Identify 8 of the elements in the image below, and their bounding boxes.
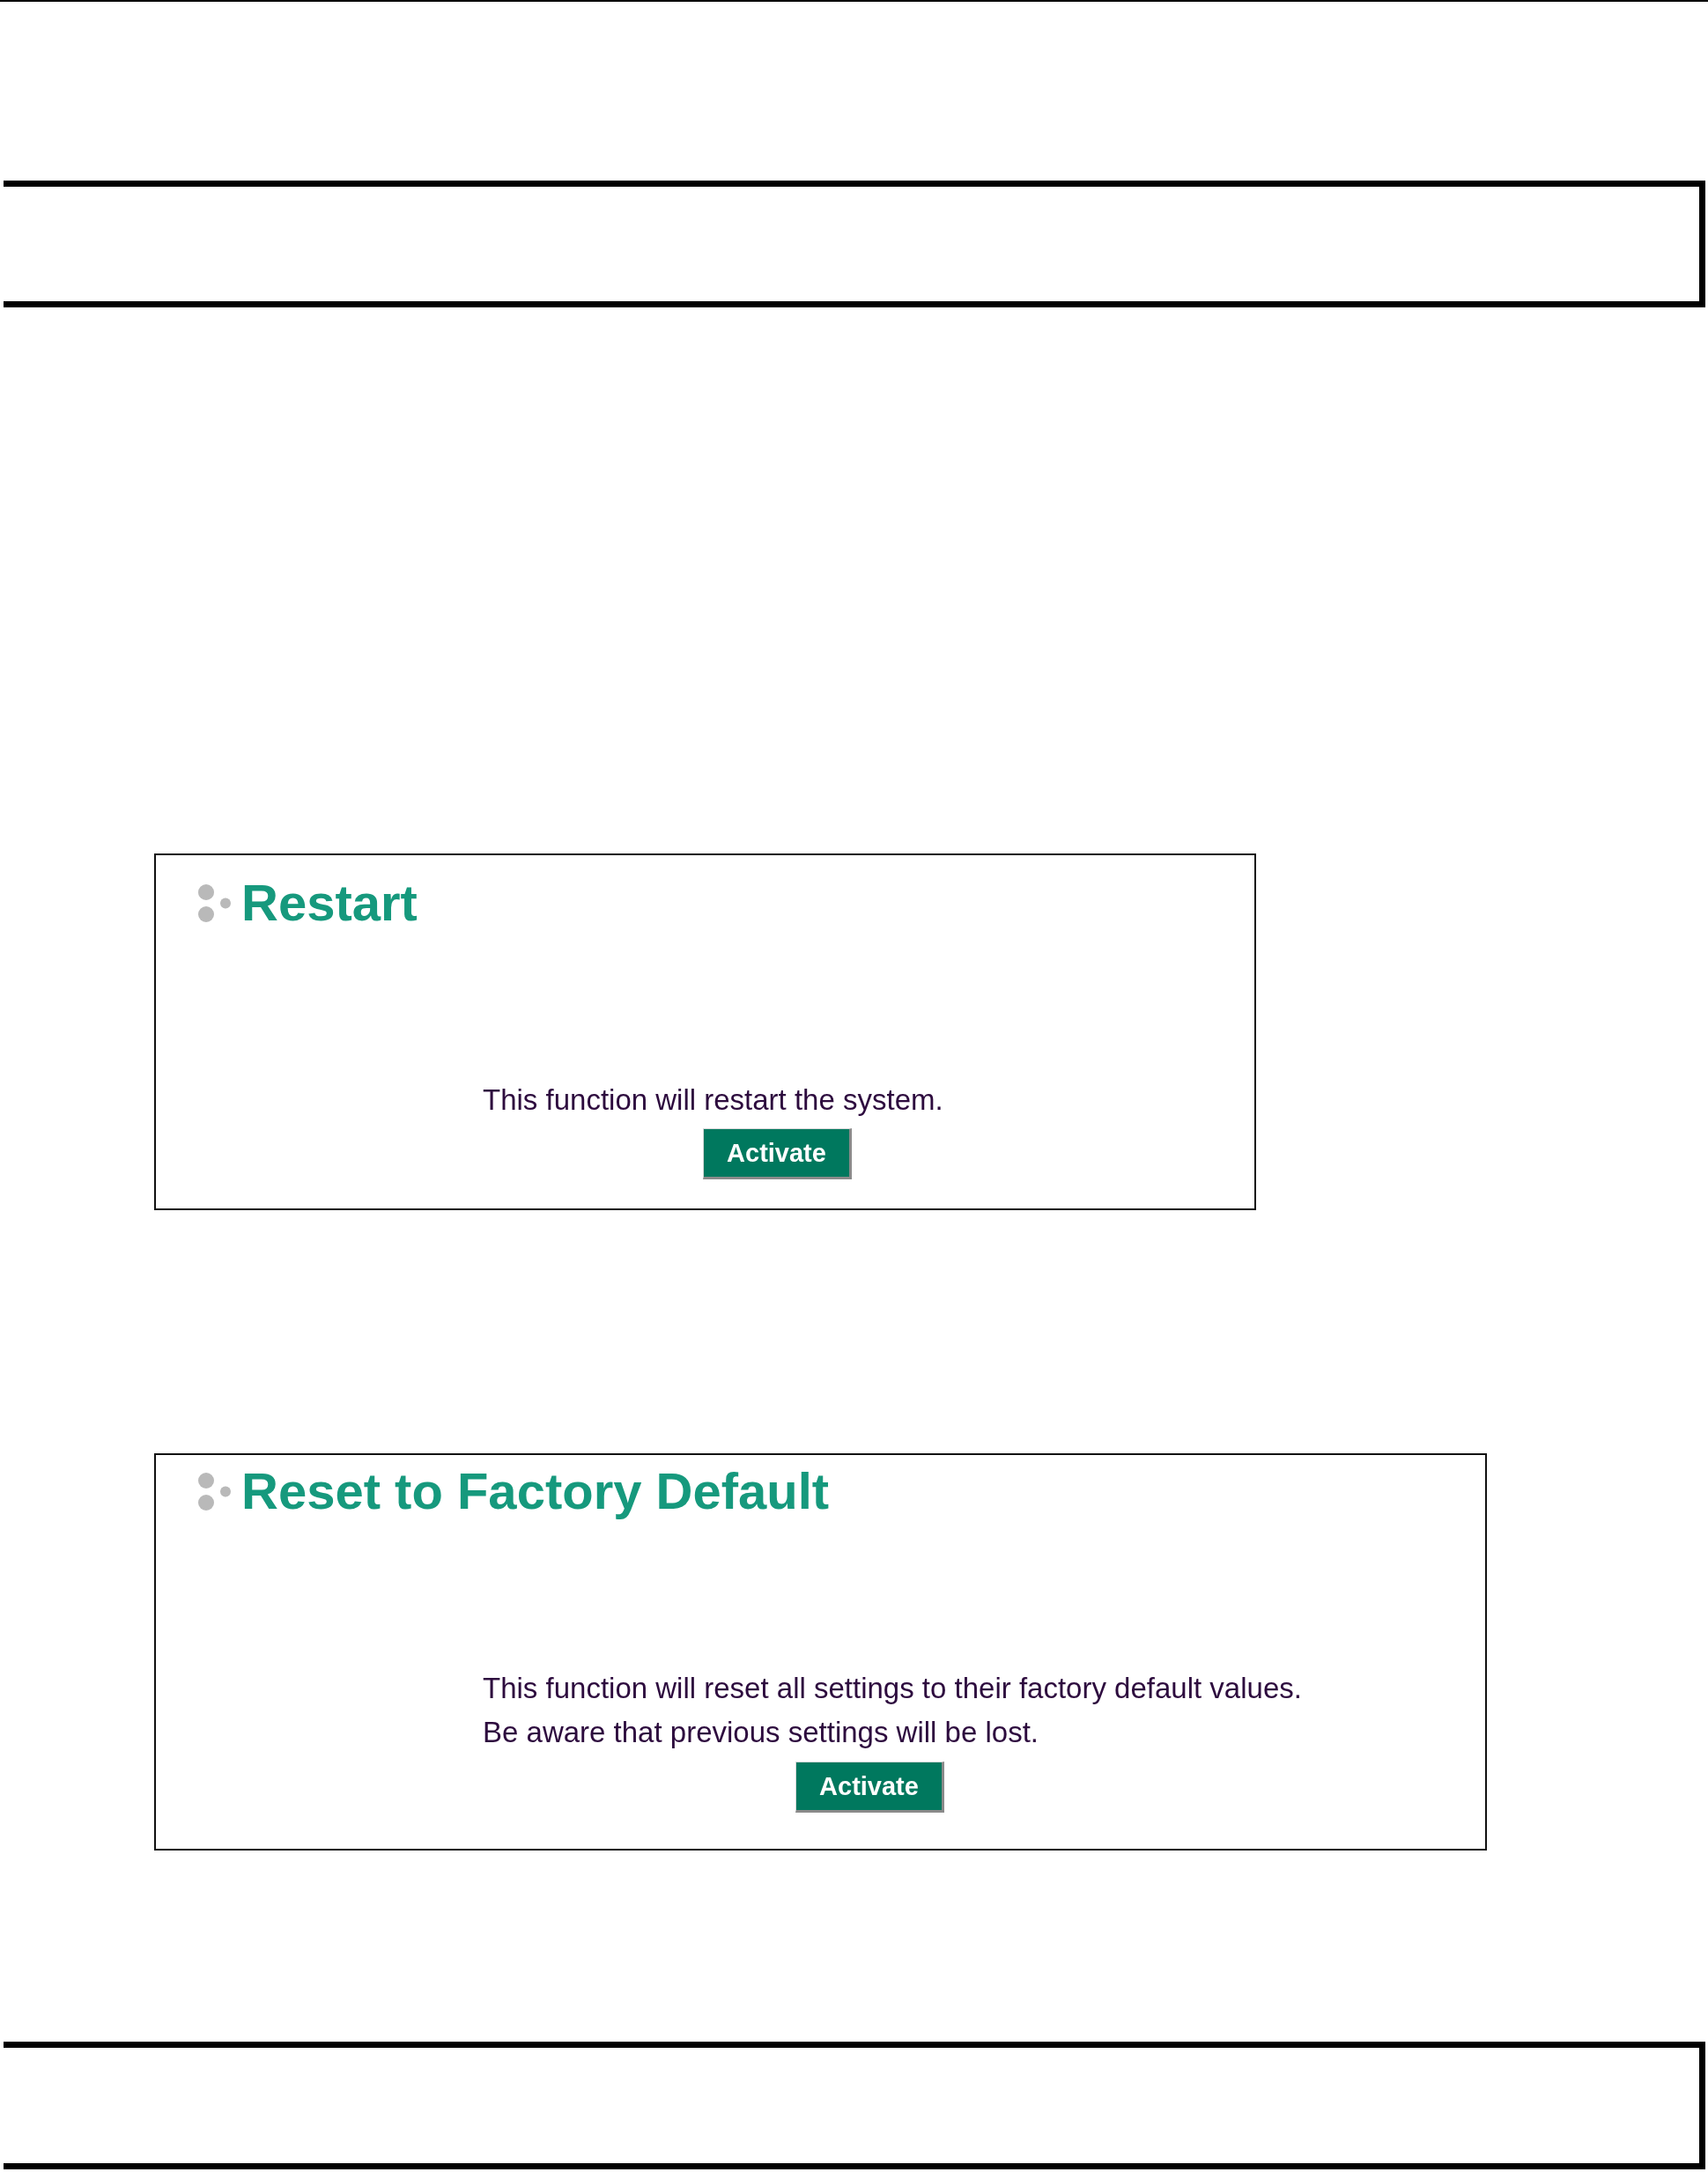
description-text: This function will restart the system.: [483, 1082, 944, 1118]
action-button[interactable]: Activate: [703, 1128, 852, 1179]
description-text: Be aware that previous settings will be lost.: [483, 1715, 1039, 1750]
section-title: Restart: [241, 877, 418, 928]
dots-icon: [198, 1472, 231, 1511]
description-text: This function will reset all settings to their factory default values.: [483, 1671, 1303, 1706]
action-button[interactable]: Activate: [795, 1762, 944, 1813]
dots-icon: [198, 883, 231, 922]
